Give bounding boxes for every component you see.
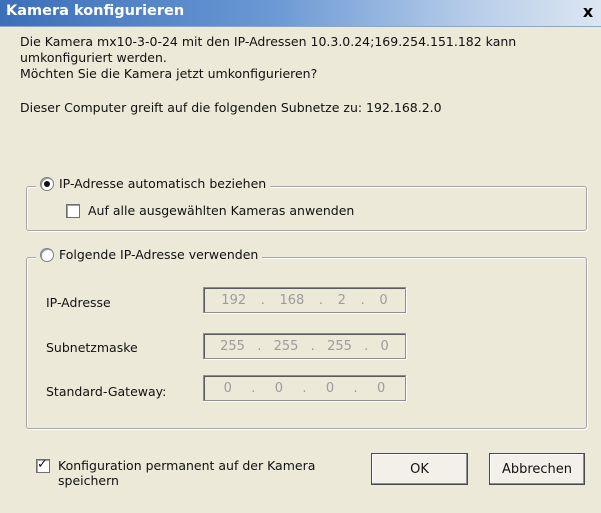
ok-button[interactable]: OK [371,453,468,485]
gateway-field[interactable]: 0. 0. 0. 0 [203,375,406,401]
permanent-checkbox[interactable]: ✓ Konfiguration permanent auf der Kamera… [36,457,316,488]
subnet-octet: 255 [327,338,352,354]
subnet-info: Dieser Computer greift auf die folgenden… [20,100,442,115]
apply-all-checkbox-box[interactable] [66,203,80,218]
ip-octet: 192 [221,292,247,308]
manual-ip-radio[interactable]: Folgende IP-Adresse verwenden [36,247,263,262]
title-bar[interactable]: Kamera konfigurieren x [0,0,601,27]
manual-ip-radio-button[interactable] [40,247,54,262]
subnet-mask-label: Subnetzmaske [46,340,138,355]
apply-all-checkbox-label: Auf alle ausgewählten Kameras anwenden [88,203,355,218]
message-line-2: umkonfiguriert werden. [20,50,167,65]
subnet-mask-field[interactable]: 255. 255. 255. 0 [203,333,406,359]
auto-ip-radio-button[interactable] [40,176,54,191]
gateway-label: Standard-Gateway: [46,384,167,399]
window-title: Kamera konfigurieren [6,3,185,19]
checkmark-icon: ✓ [37,457,48,472]
ip-octet: 2 [337,292,346,308]
permanent-label-line-2: speichern [58,473,119,488]
gateway-octet: 0 [325,380,335,396]
subnet-octet: 255 [273,338,299,354]
permanent-checkbox-box[interactable]: ✓ [36,457,50,473]
cancel-button[interactable]: Abbrechen [489,453,585,485]
auto-ip-radio-label: IP-Adresse automatisch beziehen [59,176,267,191]
gateway-octet: 0 [377,380,386,396]
auto-ip-radio[interactable]: IP-Adresse automatisch beziehen [36,176,271,191]
ip-octet: 168 [279,292,305,308]
apply-all-checkbox[interactable]: Auf alle ausgewählten Kameras anwenden [66,203,354,218]
message-line-1: Die Kamera mx10-3-0-24 mit den IP-Adress… [20,34,517,49]
gateway-octet: 0 [274,380,284,396]
message-line-3: Möchten Sie die Kamera jetzt umkonfiguri… [20,66,318,81]
ip-address-label: IP-Adresse [46,295,111,310]
subnet-octet: 255 [220,338,245,354]
close-icon[interactable]: x [579,3,597,21]
gateway-octet: 0 [223,380,232,396]
subnet-octet: 0 [380,338,389,354]
ip-address-field[interactable]: 192. 168. 2. 0 [203,287,406,313]
ip-octet: 0 [379,292,388,308]
permanent-label-line-1: Konfiguration permanent auf der Kamera [58,458,316,473]
manual-ip-radio-label: Folgende IP-Adresse verwenden [59,247,259,262]
